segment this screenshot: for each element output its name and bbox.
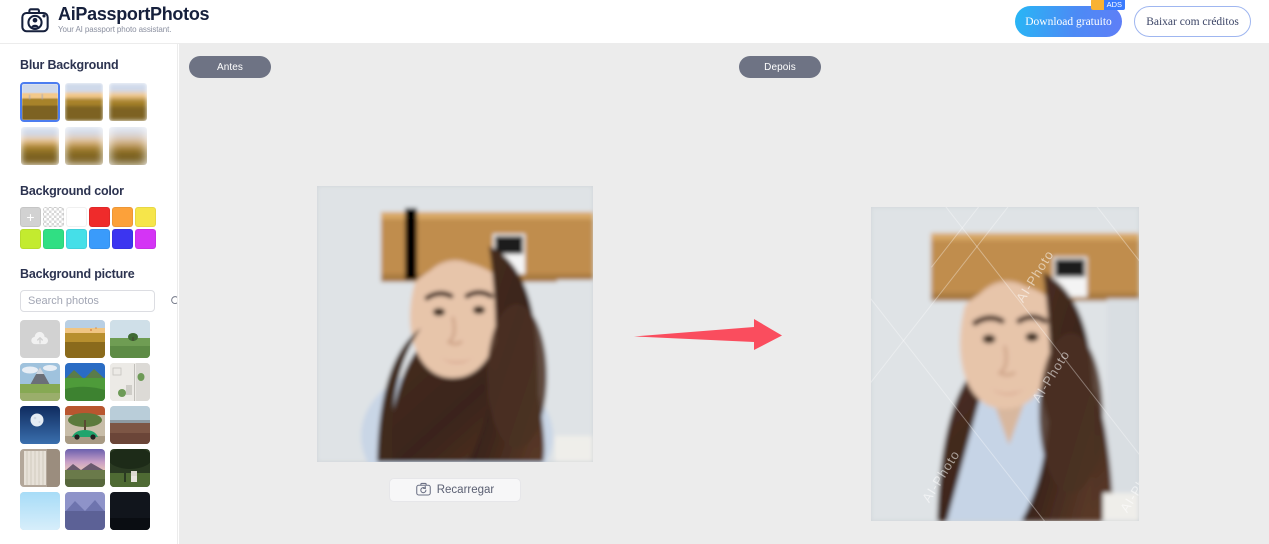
- green-swatch[interactable]: [43, 229, 64, 249]
- before-label: Antes: [216, 61, 244, 73]
- photo-white-interior[interactable]: [110, 363, 150, 401]
- brand-title: AiPassportPhotos: [58, 4, 210, 24]
- after-label: Depois: [764, 61, 796, 73]
- photo-green-hillside[interactable]: [65, 363, 105, 401]
- search-input[interactable]: [21, 295, 170, 307]
- photo-dark-night[interactable]: [110, 492, 150, 530]
- blur-thumb-5[interactable]: [64, 126, 104, 166]
- upload-cloud-icon: [29, 330, 51, 348]
- indigo-swatch[interactable]: [112, 229, 133, 249]
- photo-green-car-tree[interactable]: [65, 406, 105, 444]
- photo-chair-under-tree[interactable]: [110, 449, 150, 487]
- photo-pale-blue-sky[interactable]: [20, 492, 60, 530]
- download-with-credits-label: Baixar com créditos: [1146, 15, 1239, 28]
- blur-thumb-1[interactable]: [20, 82, 60, 122]
- photo-violet-mountains[interactable]: [65, 492, 105, 530]
- app-header: AiPassportPhotos Your AI passport photo …: [0, 0, 1269, 44]
- photo-purple-dusk-valley[interactable]: [65, 449, 105, 487]
- blur-thumb-4[interactable]: [20, 126, 60, 166]
- photo-golden-hills[interactable]: [65, 320, 105, 358]
- white-swatch[interactable]: [66, 207, 87, 227]
- after-image[interactable]: AI-Photo AI-Photo AI-Photo AI-Photo: [871, 207, 1139, 521]
- after-label-pill: Depois: [739, 56, 821, 78]
- blur-thumb-3[interactable]: [108, 82, 148, 122]
- camera-portrait-icon: [20, 5, 50, 35]
- editor-canvas: Antes Depois AI-Photo AI-Photo AI-Photo …: [179, 44, 1269, 544]
- photo-window-curtain[interactable]: [20, 449, 60, 487]
- background-color-grid: +: [0, 207, 177, 249]
- add-color-label: +: [26, 209, 35, 225]
- reload-label: Recarregar: [436, 484, 495, 496]
- blur-thumb-2[interactable]: [64, 82, 104, 122]
- magenta-swatch[interactable]: [135, 229, 156, 249]
- blur-background-title: Blur Background: [20, 58, 119, 72]
- search-photos-field[interactable]: [20, 290, 177, 312]
- blur-background-grid: [0, 82, 177, 166]
- upload-tile[interactable]: [20, 320, 60, 358]
- download-free-button[interactable]: Download gratuito ADS: [1015, 0, 1125, 37]
- transparent-swatch[interactable]: [43, 207, 64, 227]
- red-swatch[interactable]: [89, 207, 110, 227]
- photo-mountain-meadow[interactable]: [20, 363, 60, 401]
- reload-button[interactable]: Recarregar: [389, 478, 521, 502]
- brand-tagline: Your AI passport photo assistant.: [58, 25, 172, 34]
- before-label-pill: Antes: [189, 56, 271, 78]
- blur-thumb-6[interactable]: [108, 126, 148, 166]
- search-icon[interactable]: [170, 295, 177, 307]
- header-actions: Download gratuito ADS Baixar com crédito…: [1015, 0, 1251, 37]
- ads-badge-label: ADS: [1103, 0, 1125, 10]
- background-picture-title: Background picture: [20, 267, 135, 281]
- background-color-title: Background color: [20, 184, 124, 198]
- photo-lone-tree-field[interactable]: [110, 320, 150, 358]
- brand: AiPassportPhotos Your AI passport photo …: [20, 4, 210, 35]
- cyan-swatch[interactable]: [66, 229, 87, 249]
- background-picture-grid: [0, 320, 177, 530]
- download-with-credits-button[interactable]: Baixar com créditos: [1134, 6, 1251, 37]
- blue-swatch[interactable]: [89, 229, 110, 249]
- yellow-swatch[interactable]: [135, 207, 156, 227]
- photo-full-moon-night[interactable]: [20, 406, 60, 444]
- transform-arrow-icon: [634, 319, 782, 358]
- ads-icon: [1090, 0, 1104, 10]
- lime-swatch[interactable]: [20, 229, 41, 249]
- before-image[interactable]: [317, 186, 593, 462]
- download-free-label: Download gratuito: [1025, 15, 1112, 28]
- orange-swatch[interactable]: [112, 207, 133, 227]
- photo-desert-plain[interactable]: [110, 406, 150, 444]
- add-color-swatch[interactable]: +: [20, 207, 41, 227]
- ads-badge: ADS: [1090, 0, 1125, 10]
- sidebar: Blur Background Background color + Backg…: [0, 44, 178, 544]
- camera-refresh-icon: [415, 482, 431, 499]
